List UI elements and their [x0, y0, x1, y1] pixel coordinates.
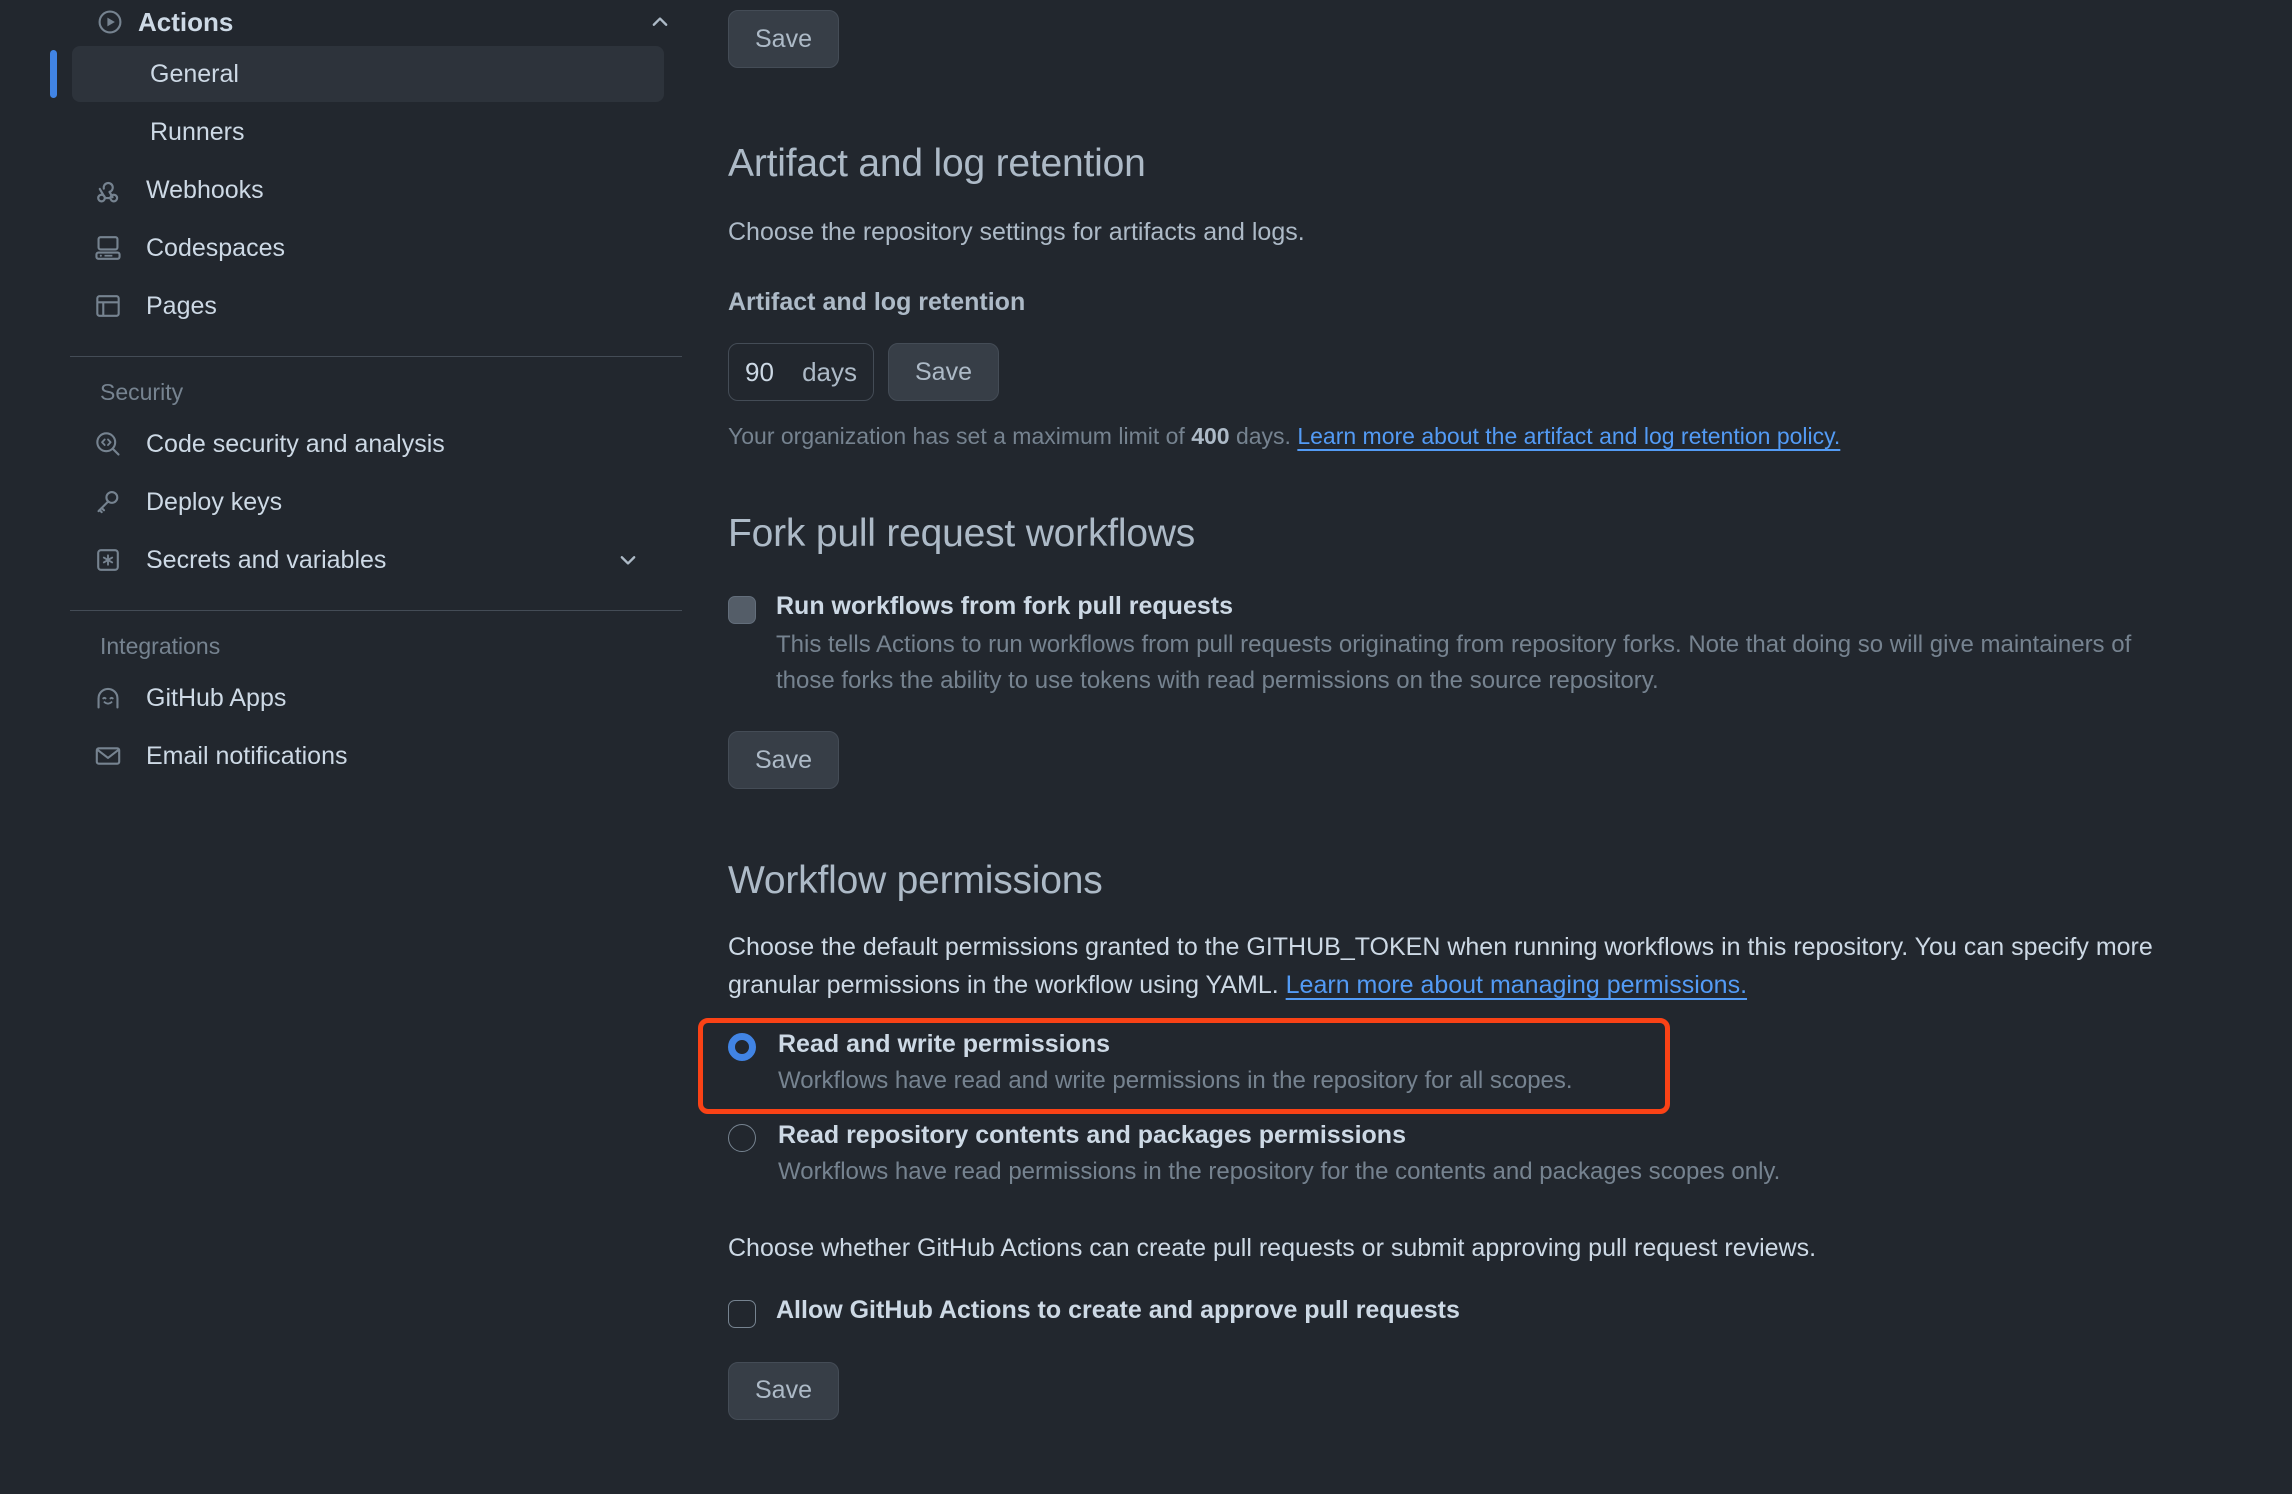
sidebar-divider-integrations [70, 610, 682, 611]
codespaces-icon [92, 232, 124, 264]
sidebar-item-code-security-and-analysis[interactable]: Code security and analysis [72, 416, 664, 472]
mail-icon [92, 740, 124, 772]
sidebar-item-webhooks-label: Webhooks [146, 175, 264, 204]
sidebar-divider-security [70, 356, 682, 357]
sidebar-group-title-security: Security [100, 379, 184, 405]
retention-hint-suffix: days. [1229, 423, 1298, 450]
sidebar-item-general-label: General [150, 59, 239, 88]
allow-actions-create-pr-checkbox[interactable] [728, 1299, 756, 1328]
retention-hint-prefix: Your organization has set a maximum limi… [728, 423, 1192, 450]
settings-main-content: Save Artifact and log retention Choose t… [698, 0, 2292, 1420]
sidebar-item-runners-label: Runners [150, 117, 245, 146]
save-button-top[interactable]: Save [728, 10, 839, 68]
sidebar-item-github-apps[interactable]: GitHub Apps [72, 670, 664, 726]
retention-days-unit: days [802, 356, 857, 387]
workflow-permissions-description: Choose the default permissions granted t… [728, 929, 2248, 1004]
workflow-permissions-heading: Workflow permissions [728, 859, 1103, 903]
save-button-fork[interactable]: Save [728, 731, 839, 790]
read-write-radio[interactable] [728, 1033, 756, 1062]
webhook-icon [92, 174, 124, 206]
sidebar-item-webhooks[interactable]: Webhooks [72, 162, 664, 218]
pull-request-permissions-paragraph: Choose whether GitHub Actions can create… [728, 1234, 1817, 1263]
settings-sidebar: Actions General Runners Webhooks Codespa… [0, 0, 700, 786]
read-contents-packages-radio[interactable] [728, 1124, 756, 1153]
sidebar-item-pages[interactable]: Pages [72, 278, 664, 334]
retention-days-input[interactable]: 90 days [728, 343, 874, 402]
read-contents-packages-description: Workflows have read permissions in the r… [778, 1158, 1781, 1186]
run-fork-workflows-label: Run workflows from fork pull requests [776, 592, 1233, 621]
retention-days-value: 90 [745, 356, 774, 387]
chevron-up-icon[interactable] [648, 10, 672, 34]
artifact-retention-heading: Artifact and log retention [728, 142, 1146, 185]
sidebar-item-codespaces[interactable]: Codespaces [72, 220, 664, 276]
asterisk-box-icon [92, 544, 124, 576]
sidebar-section-actions-label: Actions [138, 6, 234, 37]
sidebar-item-general[interactable]: General [50, 46, 664, 102]
save-button-permissions[interactable]: Save [728, 1361, 839, 1420]
run-fork-workflows-description: This tells Actions to run workflows from… [776, 631, 2132, 695]
sidebar-item-codespaces-label: Codespaces [146, 233, 285, 262]
retention-limit-hint: Your organization has set a maximum limi… [728, 423, 2252, 450]
fork-workflows-heading: Fork pull request workflows [728, 512, 1196, 556]
chevron-down-icon[interactable] [616, 548, 640, 572]
code-scan-icon [92, 428, 124, 460]
sidebar-item-github-apps-label: GitHub Apps [146, 683, 287, 712]
sidebar-item-deploy-keys[interactable]: Deploy keys [72, 474, 664, 530]
sidebar-section-actions[interactable]: Actions [0, 0, 700, 44]
permission-option-read-only[interactable]: Read repository contents and packages pe… [728, 1121, 2252, 1186]
key-icon [92, 486, 124, 518]
artifact-retention-policy-link[interactable]: Learn more about the artifact and log re… [1297, 423, 1840, 449]
sidebar-item-email-notifications-label: Email notifications [146, 741, 348, 770]
allow-actions-create-pr-label: Allow GitHub Actions to create and appro… [776, 1295, 1460, 1324]
artifact-retention-description: Choose the repository settings for artif… [728, 218, 1305, 246]
read-write-description: Workflows have read and write permission… [778, 1067, 1573, 1095]
run-fork-workflows-checkbox[interactable] [728, 596, 756, 625]
browser-icon [92, 290, 124, 322]
sidebar-item-pages-label: Pages [146, 291, 217, 320]
settings-page: Actions General Runners Webhooks Codespa… [0, 0, 2292, 1494]
sidebar-item-email-notifications[interactable]: Email notifications [72, 728, 664, 784]
permission-option-read-write[interactable]: Read and write permissions Workflows hav… [728, 1030, 2252, 1095]
managing-permissions-link[interactable]: Learn more about managing permissions. [1286, 971, 1747, 999]
sidebar-item-secrets-label: Secrets and variables [146, 545, 387, 574]
retention-hint-limit: 400 [1191, 423, 1230, 450]
apps-icon [92, 682, 124, 714]
sidebar-item-code-security-label: Code security and analysis [146, 429, 445, 458]
read-contents-packages-label: Read repository contents and packages pe… [778, 1121, 1406, 1150]
sidebar-group-title-integrations: Integrations [100, 633, 221, 659]
read-write-label: Read and write permissions [778, 1030, 1111, 1059]
artifact-retention-field-label: Artifact and log retention [728, 288, 1026, 317]
sidebar-item-runners[interactable]: Runners [72, 104, 664, 160]
save-button-retention[interactable]: Save [888, 343, 999, 402]
sidebar-item-secrets-and-variables[interactable]: Secrets and variables [72, 532, 664, 588]
play-circle-icon [96, 8, 124, 36]
sidebar-item-deploy-keys-label: Deploy keys [146, 487, 283, 516]
